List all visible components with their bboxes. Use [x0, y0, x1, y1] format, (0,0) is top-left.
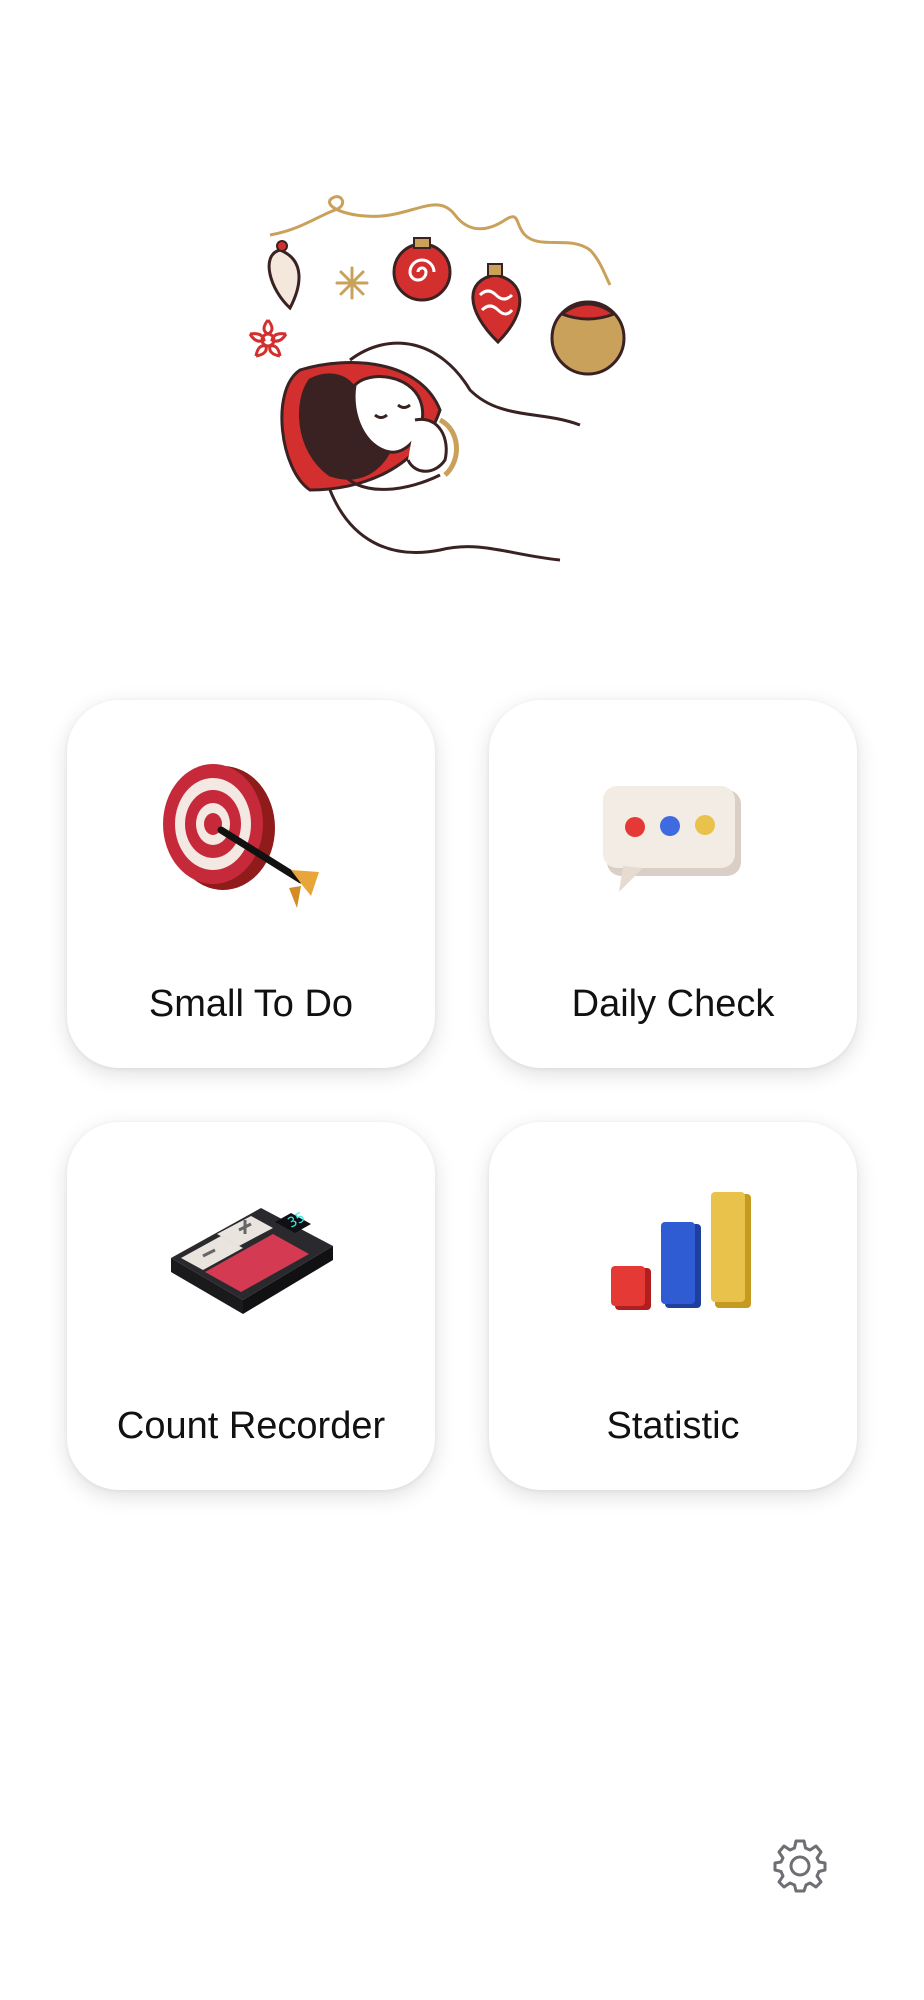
- target-dart-icon: [151, 736, 351, 916]
- gear-icon: [773, 1839, 827, 1893]
- sleeping-person-ornaments-illustration: [248, 195, 626, 562]
- statistic-card[interactable]: Statistic: [489, 1122, 857, 1490]
- hero-illustration: [240, 190, 660, 590]
- count-recorder-label: Count Recorder: [116, 1405, 386, 1447]
- statistic-label: Statistic: [606, 1405, 740, 1447]
- daily-check-card[interactable]: Daily Check: [489, 700, 857, 1068]
- small-to-do-label: Small To Do: [148, 983, 354, 1025]
- daily-check-label: Daily Check: [571, 983, 775, 1025]
- bar-chart-icon: [573, 1158, 773, 1338]
- settings-button[interactable]: [772, 1838, 828, 1894]
- chat-bubble-icon: [573, 736, 773, 916]
- count-recorder-card[interactable]: 35 Count Recorder: [67, 1122, 435, 1490]
- small-to-do-card[interactable]: Small To Do: [67, 700, 435, 1068]
- calculator-icon: 35: [151, 1158, 351, 1338]
